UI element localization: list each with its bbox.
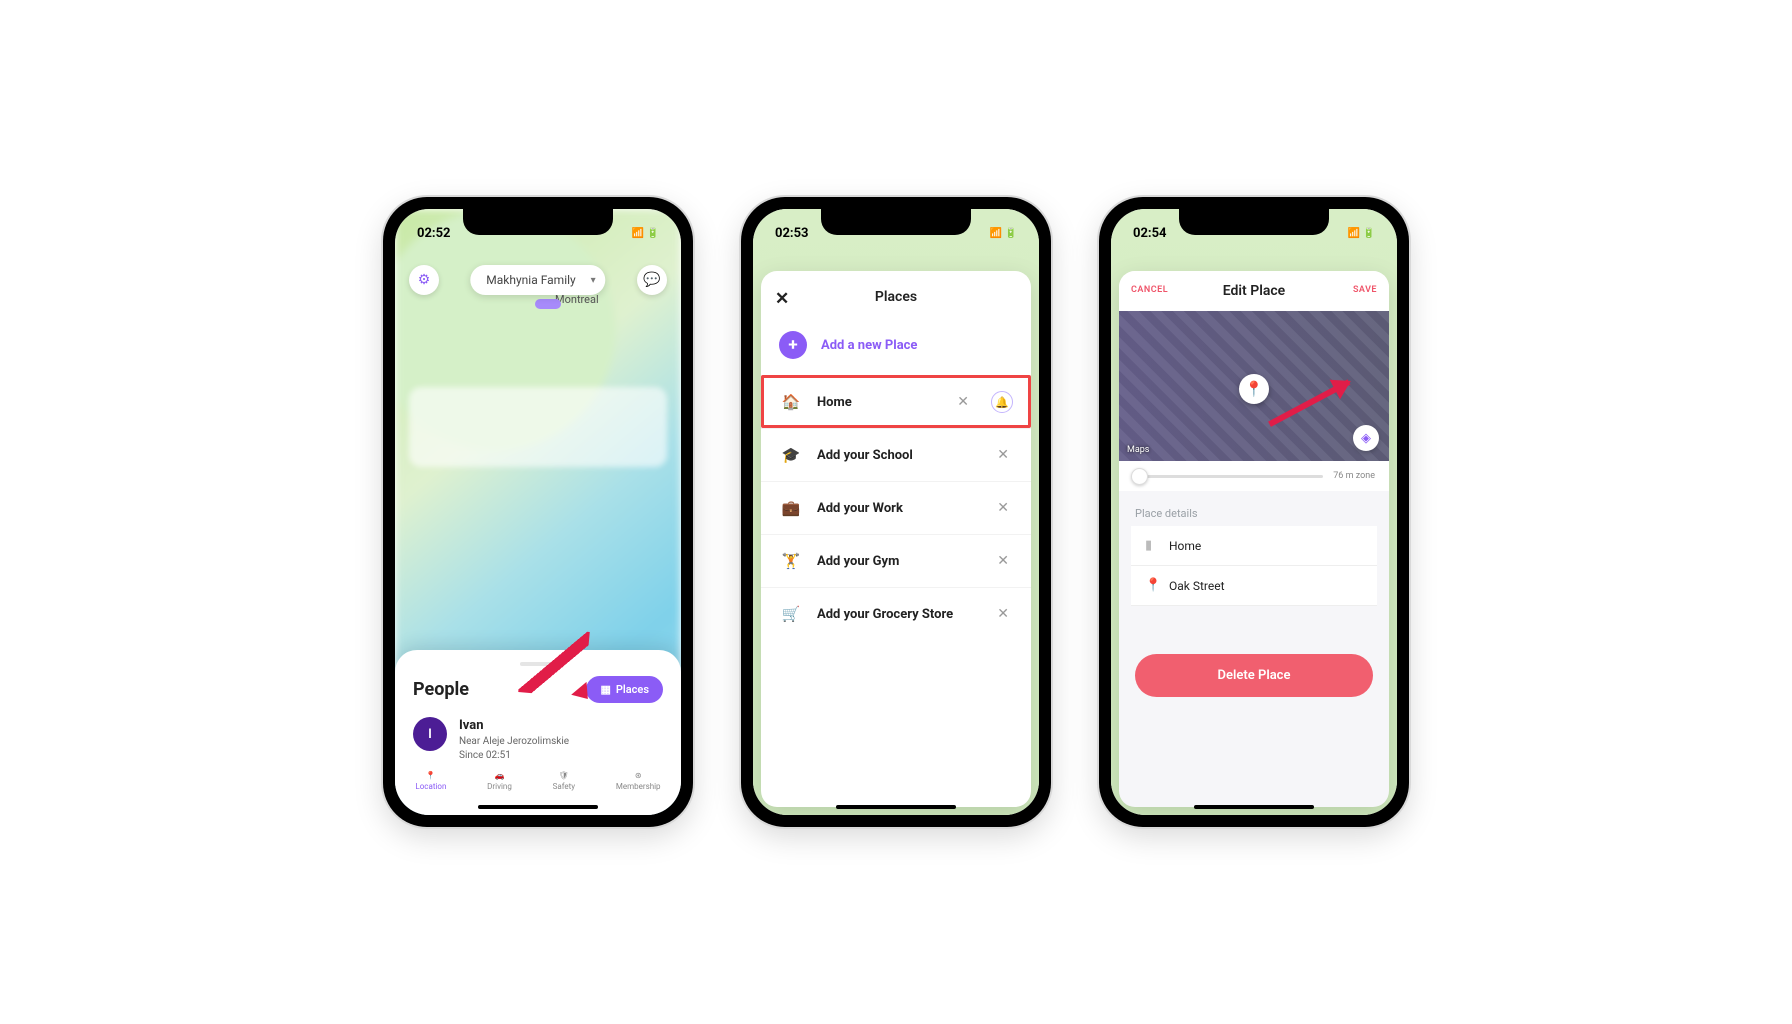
cart-icon: 🛒 bbox=[779, 602, 803, 626]
map-attribution: Maps bbox=[1127, 445, 1149, 455]
section-header: Place details bbox=[1119, 491, 1389, 526]
map-layers-button[interactable]: ◈ bbox=[1353, 425, 1379, 451]
edit-place-card: CANCEL Edit Place SAVE 📍 Maps ◈ 76 m zon… bbox=[1119, 271, 1389, 807]
tab-membership[interactable]: ⊛ Membership bbox=[616, 771, 661, 791]
notification-toggle[interactable]: 🔔 bbox=[991, 391, 1013, 413]
place-item-school[interactable]: 🎓 Add your School ✕ bbox=[761, 428, 1031, 481]
place-label: Add your School bbox=[817, 448, 979, 463]
page-title: Edit Place bbox=[1223, 283, 1285, 299]
membership-icon: ⊛ bbox=[635, 771, 642, 780]
tab-bar: 📍 Location 🚗 Driving 🛡 Safety ⊛ Membersh… bbox=[395, 759, 681, 803]
chat-icon: 💬 bbox=[643, 272, 660, 288]
pin-icon: 📍 bbox=[1145, 578, 1159, 593]
pin-icon: 📍 bbox=[1245, 380, 1264, 398]
device-notch bbox=[463, 209, 613, 235]
work-icon: 💼 bbox=[779, 496, 803, 520]
places-card: ✕ Places + Add a new Place 🏠 Home ✕ 🔔 🎓 … bbox=[761, 271, 1031, 807]
bookmark-icon: ▮ bbox=[1145, 538, 1159, 553]
status-icons: 📶 🔋 bbox=[1348, 228, 1375, 239]
tab-driving[interactable]: 🚗 Driving bbox=[487, 771, 512, 791]
family-name: Makhynia Family bbox=[486, 273, 575, 287]
place-item-gym[interactable]: 🏋 Add your Gym ✕ bbox=[761, 534, 1031, 587]
person-name: Ivan bbox=[459, 717, 569, 735]
bell-icon: 🔔 bbox=[995, 396, 1009, 409]
place-address-value: Oak Street bbox=[1169, 579, 1225, 593]
place-name-field[interactable]: ▮ Home bbox=[1131, 526, 1377, 566]
annotation-arrow bbox=[1268, 379, 1350, 427]
family-selector[interactable]: Makhynia Family bbox=[470, 265, 605, 295]
remove-button[interactable]: ✕ bbox=[993, 553, 1013, 569]
home-indicator[interactable] bbox=[478, 805, 598, 809]
shield-icon: 🛡 bbox=[559, 771, 569, 780]
page-title: Places bbox=[875, 289, 917, 305]
map-preview[interactable]: 📍 Maps ◈ bbox=[1119, 311, 1389, 461]
home-icon: 🏠 bbox=[779, 390, 803, 414]
place-name-value: Home bbox=[1169, 539, 1201, 553]
phone-edit-place-screen: 02:54 📶 🔋 CANCEL Edit Place SAVE 📍 Maps … bbox=[1099, 197, 1409, 827]
status-time: 02:52 bbox=[417, 226, 451, 241]
place-item-home[interactable]: 🏠 Home ✕ 🔔 bbox=[761, 375, 1031, 428]
zone-slider[interactable] bbox=[1133, 475, 1323, 478]
remove-button[interactable]: ✕ bbox=[993, 500, 1013, 516]
remove-button[interactable]: ✕ bbox=[953, 394, 973, 410]
place-address-field[interactable]: 📍 Oak Street bbox=[1131, 566, 1377, 606]
map-overlay-card bbox=[409, 387, 667, 467]
status-time: 02:54 bbox=[1133, 226, 1167, 241]
gear-icon: ⚙ bbox=[418, 272, 431, 288]
school-icon: 🎓 bbox=[779, 443, 803, 467]
gym-icon: 🏋 bbox=[779, 549, 803, 573]
plus-icon: + bbox=[779, 331, 807, 359]
avatar: I bbox=[413, 717, 447, 751]
device-notch bbox=[1179, 209, 1329, 235]
status-icons: 📶 🔋 bbox=[632, 228, 659, 239]
tab-location[interactable]: 📍 Location bbox=[415, 771, 446, 791]
zone-slider-row: 76 m zone bbox=[1119, 461, 1389, 491]
place-item-work[interactable]: 💼 Add your Work ✕ bbox=[761, 481, 1031, 534]
sheet-title: People bbox=[413, 679, 469, 700]
phone-map-screen: 02:52 📶 🔋 Montreal ⚙ Makhynia Family 💬 P… bbox=[383, 197, 693, 827]
place-label: Add your Gym bbox=[817, 554, 979, 569]
add-place-button[interactable]: + Add a new Place bbox=[761, 321, 1031, 375]
map-pin[interactable]: 📍 bbox=[1239, 374, 1269, 404]
chat-button[interactable]: 💬 bbox=[637, 265, 667, 295]
home-indicator[interactable] bbox=[1194, 805, 1314, 809]
places-button[interactable]: ▦ Places bbox=[586, 676, 663, 703]
annotation-arrow bbox=[518, 626, 590, 698]
person-location: Near Aleje Jerozolimskie bbox=[459, 735, 569, 749]
remove-button[interactable]: ✕ bbox=[993, 606, 1013, 622]
place-item-grocery[interactable]: 🛒 Add your Grocery Store ✕ bbox=[761, 587, 1031, 640]
settings-button[interactable]: ⚙ bbox=[409, 265, 439, 295]
slider-thumb[interactable] bbox=[1131, 468, 1148, 485]
place-label: Add your Grocery Store bbox=[817, 607, 979, 622]
layers-icon: ◈ bbox=[1361, 431, 1371, 446]
person-row[interactable]: I Ivan Near Aleje Jerozolimskie Since 02… bbox=[413, 717, 663, 763]
map-marker bbox=[535, 299, 561, 309]
close-button[interactable]: ✕ bbox=[775, 289, 789, 309]
home-indicator[interactable] bbox=[836, 805, 956, 809]
car-icon: 🚗 bbox=[495, 771, 505, 780]
remove-button[interactable]: ✕ bbox=[993, 447, 1013, 463]
phone-places-screen: 02:53 📶 🔋 ✕ Places + Add a new Place 🏠 H… bbox=[741, 197, 1051, 827]
delete-place-button[interactable]: Delete Place bbox=[1135, 654, 1373, 697]
zone-value: 76 m zone bbox=[1333, 471, 1375, 481]
tab-safety[interactable]: 🛡 Safety bbox=[553, 771, 575, 791]
place-label: Home bbox=[817, 395, 939, 410]
place-label: Add your Work bbox=[817, 501, 979, 516]
close-icon: ✕ bbox=[775, 289, 789, 309]
save-button[interactable]: SAVE bbox=[1353, 285, 1377, 295]
places-icon: ▦ bbox=[600, 683, 610, 696]
device-notch bbox=[821, 209, 971, 235]
cancel-button[interactable]: CANCEL bbox=[1131, 285, 1168, 295]
add-place-label: Add a new Place bbox=[821, 338, 917, 353]
pin-icon: 📍 bbox=[426, 771, 436, 780]
status-time: 02:53 bbox=[775, 226, 809, 241]
places-button-label: Places bbox=[616, 683, 649, 696]
status-icons: 📶 🔋 bbox=[990, 228, 1017, 239]
